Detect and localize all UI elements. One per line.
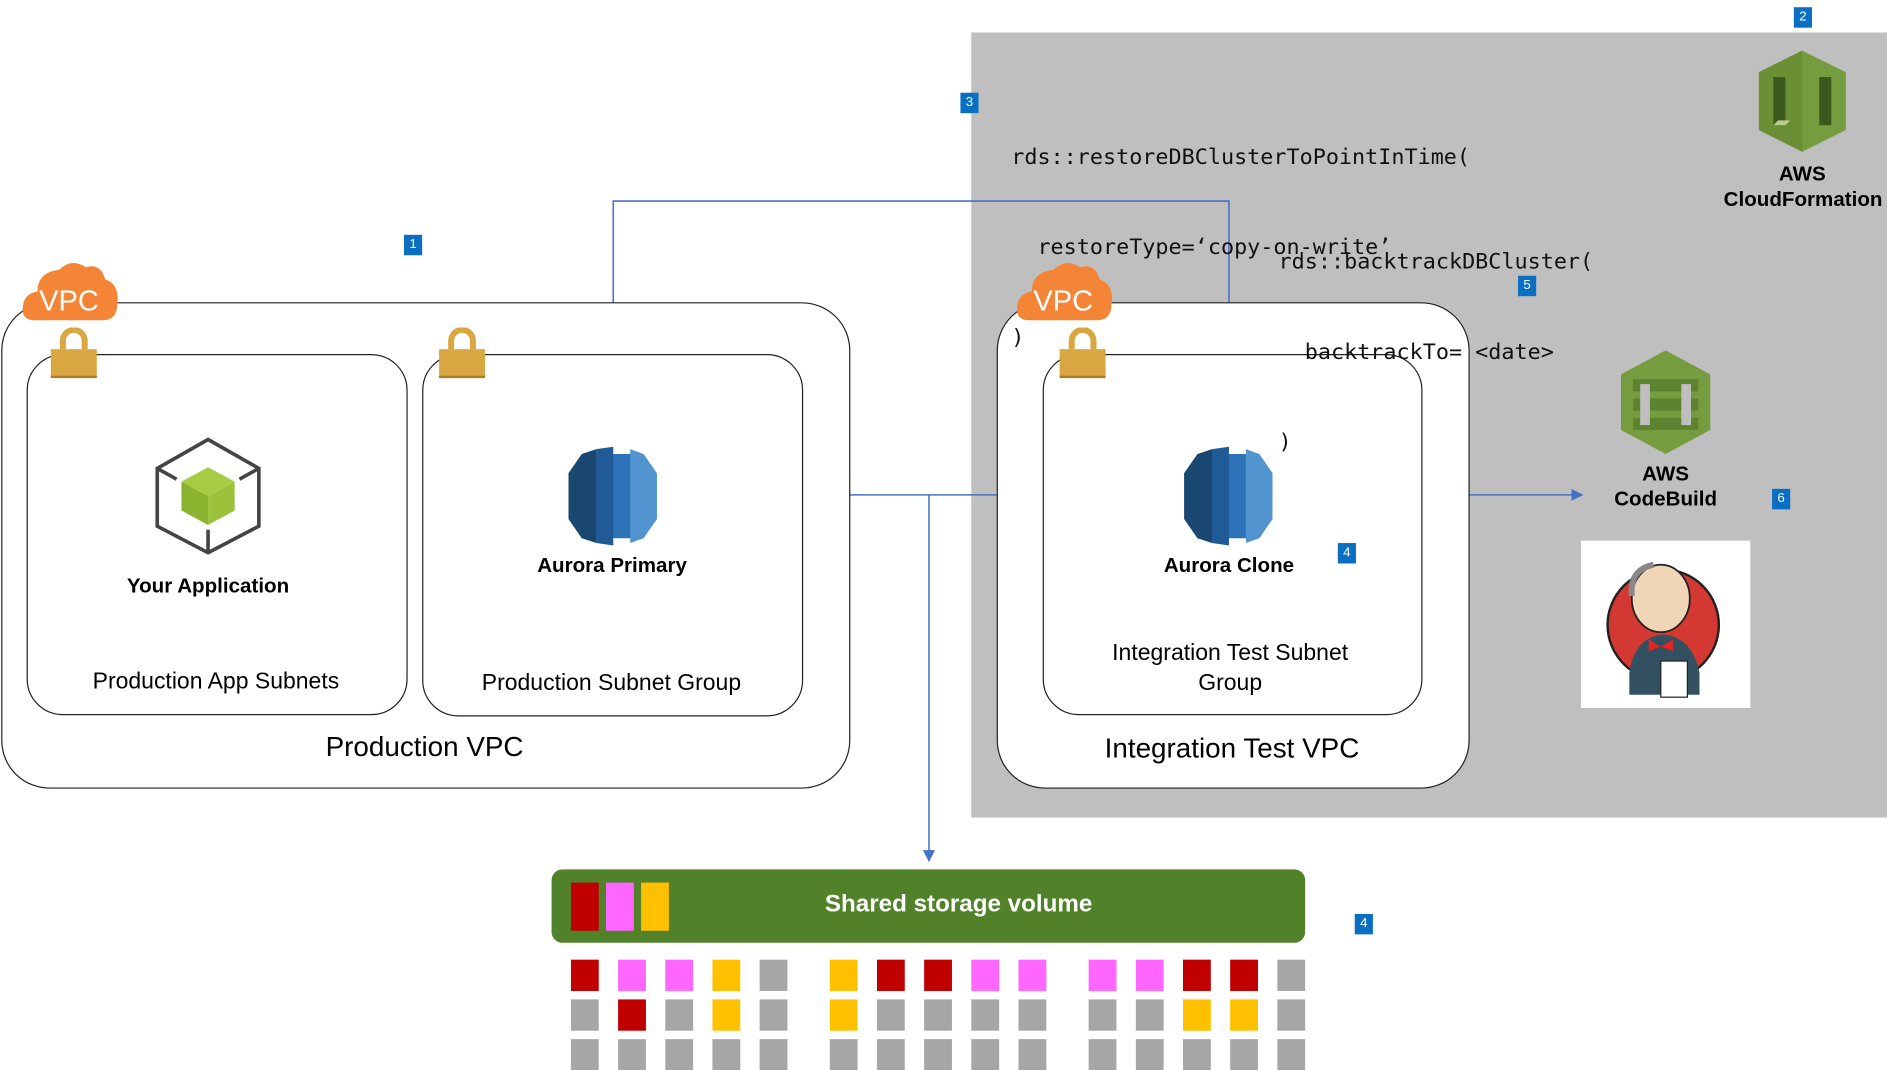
code-line: rds::restoreDBClusterToPointInTime( [1011,144,1471,170]
cloudformation-label: AWS CloudFormation [1706,161,1887,212]
storage-title: Shared storage volume [824,891,1093,918]
storage-block [971,1039,1000,1070]
shared-storage-volume: Shared storage volume [551,869,1306,943]
storage-block [971,959,1000,991]
storage-block [570,999,599,1031]
step-badge-3: 3 [960,92,979,114]
storage-block [924,999,952,1031]
storage-block [665,1039,694,1070]
storage-block [1018,999,1047,1031]
aurora-clone-label: Aurora Clone [1163,553,1295,577]
your-application-label: Your Application [126,574,290,598]
aurora-primary-icon [568,446,657,546]
integration-vpc-label: Integration Test VPC [1104,732,1360,764]
storage-block [1018,959,1047,991]
storage-block [971,999,1000,1031]
step-badge-5: 5 [1518,275,1537,297]
storage-block [1088,959,1117,991]
code-line: ) [1278,429,1292,456]
production-vpc-label: Production VPC [325,730,524,763]
codebuild-icon [1620,350,1711,454]
step-badge-4: 4 [1337,543,1356,564]
codebuild-label: AWS CodeBuild [1593,461,1738,512]
code-line: rds::backtrackDBCluster( [1278,249,1594,275]
storage-block [570,1039,599,1070]
storage-block [665,959,694,991]
storage-block [618,999,646,1031]
jenkins-logo [1580,540,1751,709]
app-subnets-label: Production App Subnets [92,669,340,695]
storage-block [829,959,858,991]
jenkins-icon [1606,561,1721,698]
storage-block [712,1039,741,1070]
storage-block [1277,959,1306,991]
svg-text:VPC: VPC [39,286,99,318]
lock-icon [439,327,486,379]
storage-block [829,999,858,1031]
codebuild-text: AWS CodeBuild [1614,462,1718,511]
storage-block [1088,999,1117,1031]
storage-block [1230,999,1258,1031]
aurora-clone-icon [1184,446,1273,546]
storage-block [1182,959,1211,991]
step-badge-6: 6 [1772,488,1791,510]
storage-block [1277,999,1306,1031]
step-badge-1: 1 [404,234,423,256]
storage-block [829,1039,858,1070]
storage-block [1230,959,1258,991]
integration-subnet-group-label: Integration Test Subnet Group [1112,640,1349,696]
storage-block [876,959,905,991]
storage-block [665,999,694,1031]
architecture-diagram: VPC VPC Your Application Aurora Primary [0,0,1887,1070]
storage-block [1088,1039,1117,1070]
storage-block [924,1039,952,1070]
storage-block [876,999,905,1031]
storage-block [759,959,788,991]
storage-block [1182,999,1211,1031]
storage-block [712,999,741,1031]
step-badge-4-storage: 4 [1354,913,1373,935]
storage-block [1135,1039,1164,1070]
storage-block [924,959,952,991]
storage-block [570,959,599,991]
storage-block [1230,1039,1258,1070]
lock-icon [50,327,97,379]
storage-block [618,1039,646,1070]
code-line: backtrackTo= <date> [1278,339,1554,365]
storage-block [876,1039,905,1070]
storage-block [618,959,646,991]
cloudformation-icon [1758,50,1846,152]
aurora-primary-label: Aurora Primary [537,553,687,577]
storage-block [1277,1039,1306,1070]
storage-block [1182,1039,1211,1070]
vpc-cloud-icon: VPC [22,263,118,321]
backtrack-code-block: rds::backtrackDBCluster( backtrackTo= <d… [1279,187,1594,518]
cloudformation-text: AWS CloudFormation [1723,162,1883,211]
storage-block [1135,999,1164,1031]
storage-block [1135,959,1164,991]
subnet-group-label: Production Subnet Group [481,670,742,696]
step-badge-2: 2 [1793,7,1812,28]
storage-block [759,1039,788,1070]
storage-block [712,959,741,991]
storage-block [759,999,788,1031]
application-icon [155,437,261,555]
storage-block [1018,1039,1047,1070]
